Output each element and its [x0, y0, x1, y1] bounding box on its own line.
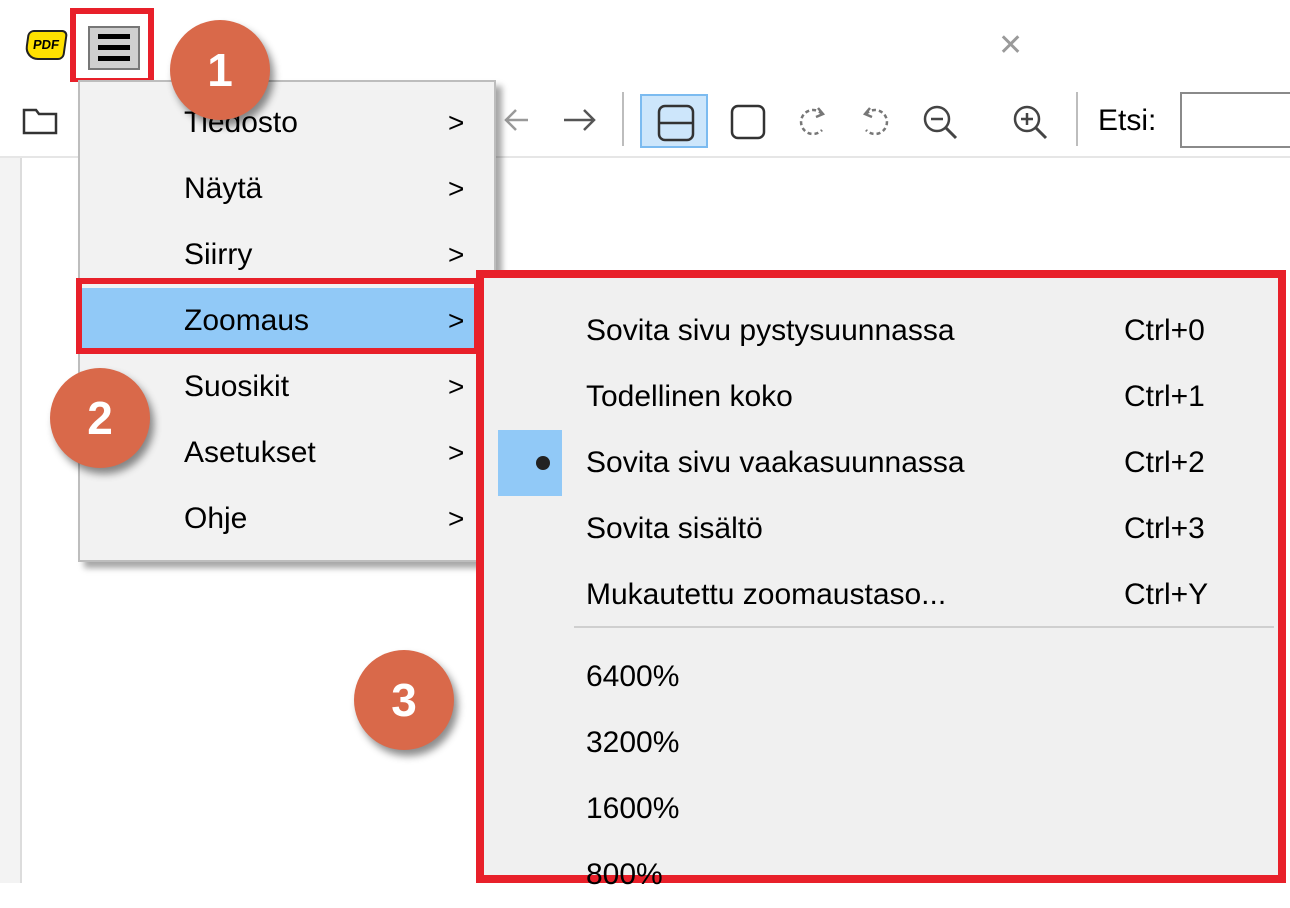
menu-item-nayta[interactable]: Näytä >	[80, 156, 494, 222]
zoom-level-6400[interactable]: 6400%	[484, 644, 1278, 710]
search-label: Etsi:	[1098, 104, 1157, 137]
main-menu-button[interactable]	[70, 8, 154, 84]
menu-separator	[574, 626, 1274, 628]
zoom-option-shortcut: Ctrl+1	[1124, 380, 1205, 413]
zoom-option-shortcut: Ctrl+3	[1124, 512, 1205, 545]
zoom-option-fit-height[interactable]: Sovita sivu pystysuunnassa Ctrl+0	[484, 298, 1278, 364]
document-sidebar-strip	[0, 158, 22, 883]
rotate-right-icon[interactable]	[856, 102, 896, 148]
zoom-level-label: 3200%	[586, 726, 680, 759]
zoom-option-fit-content[interactable]: Sovita sisältö Ctrl+3	[484, 496, 1278, 562]
zoom-level-label: 800%	[586, 858, 663, 891]
fit-page-icon[interactable]	[728, 102, 768, 148]
menu-item-tiedosto[interactable]: Tiedosto >	[80, 90, 494, 156]
fit-width-button[interactable]	[640, 94, 708, 148]
zoom-in-icon[interactable]	[1010, 102, 1050, 148]
zoom-option-shortcut: Ctrl+0	[1124, 314, 1205, 347]
fit-width-icon	[657, 104, 695, 142]
app-logo: PDF	[23, 30, 69, 60]
zoom-option-shortcut: Ctrl+Y	[1124, 578, 1209, 611]
hamburger-icon	[88, 26, 140, 70]
zoom-submenu: Sovita sivu pystysuunnassa Ctrl+0 Todell…	[476, 270, 1286, 891]
search-input[interactable]	[1180, 92, 1290, 148]
zoom-option-label: Sovita sisältö	[586, 512, 763, 545]
submenu-arrow-icon: >	[448, 371, 465, 402]
zoom-level-label: 1600%	[586, 792, 680, 825]
menu-item-label: Asetukset	[184, 436, 316, 469]
zoomaus-highlight-frame	[76, 278, 480, 354]
zoom-level-label: 6400%	[586, 660, 680, 693]
callout-badge-2: 2	[50, 368, 150, 468]
zoom-level-1600[interactable]: 1600%	[484, 776, 1278, 842]
selected-indicator	[498, 430, 562, 496]
zoom-option-label: Sovita sivu pystysuunnassa	[586, 314, 955, 347]
forward-arrow-icon[interactable]	[560, 100, 600, 146]
zoom-option-shortcut: Ctrl+2	[1124, 446, 1205, 479]
zoom-option-label: Todellinen koko	[586, 380, 793, 413]
zoom-level-800[interactable]: 800%	[484, 842, 1278, 908]
submenu-arrow-icon: >	[448, 107, 465, 138]
zoom-option-label: Sovita sivu vaakasuunnassa	[586, 446, 965, 479]
zoom-option-fit-width[interactable]: Sovita sivu vaakasuunnassa Ctrl+2	[484, 430, 1278, 496]
menu-item-ohje[interactable]: Ohje >	[80, 486, 494, 552]
submenu-arrow-icon: >	[448, 437, 465, 468]
zoom-option-label: Mukautettu zoomaustaso...	[586, 578, 947, 611]
back-arrow-icon[interactable]	[500, 100, 530, 146]
close-icon[interactable]: ✕	[998, 28, 1023, 63]
zoom-level-3200[interactable]: 3200%	[484, 710, 1278, 776]
zoom-out-icon[interactable]	[920, 102, 960, 148]
toolbar-separator	[622, 92, 624, 146]
callout-badge-3: 3	[354, 650, 454, 750]
rotate-left-icon[interactable]	[792, 102, 832, 148]
menu-item-label: Näytä	[184, 172, 263, 205]
radio-dot-icon	[536, 456, 550, 470]
callout-badge-1: 1	[170, 20, 270, 120]
submenu-arrow-icon: >	[448, 173, 465, 204]
zoom-option-custom[interactable]: Mukautettu zoomaustaso... Ctrl+Y	[484, 562, 1278, 628]
open-folder-icon[interactable]	[22, 104, 60, 142]
menu-item-label: Suosikit	[184, 370, 290, 403]
zoom-option-actual-size[interactable]: Todellinen koko Ctrl+1	[484, 364, 1278, 430]
toolbar-separator	[1076, 92, 1078, 146]
submenu-arrow-icon: >	[448, 503, 465, 534]
menu-item-label: Ohje	[184, 502, 248, 535]
